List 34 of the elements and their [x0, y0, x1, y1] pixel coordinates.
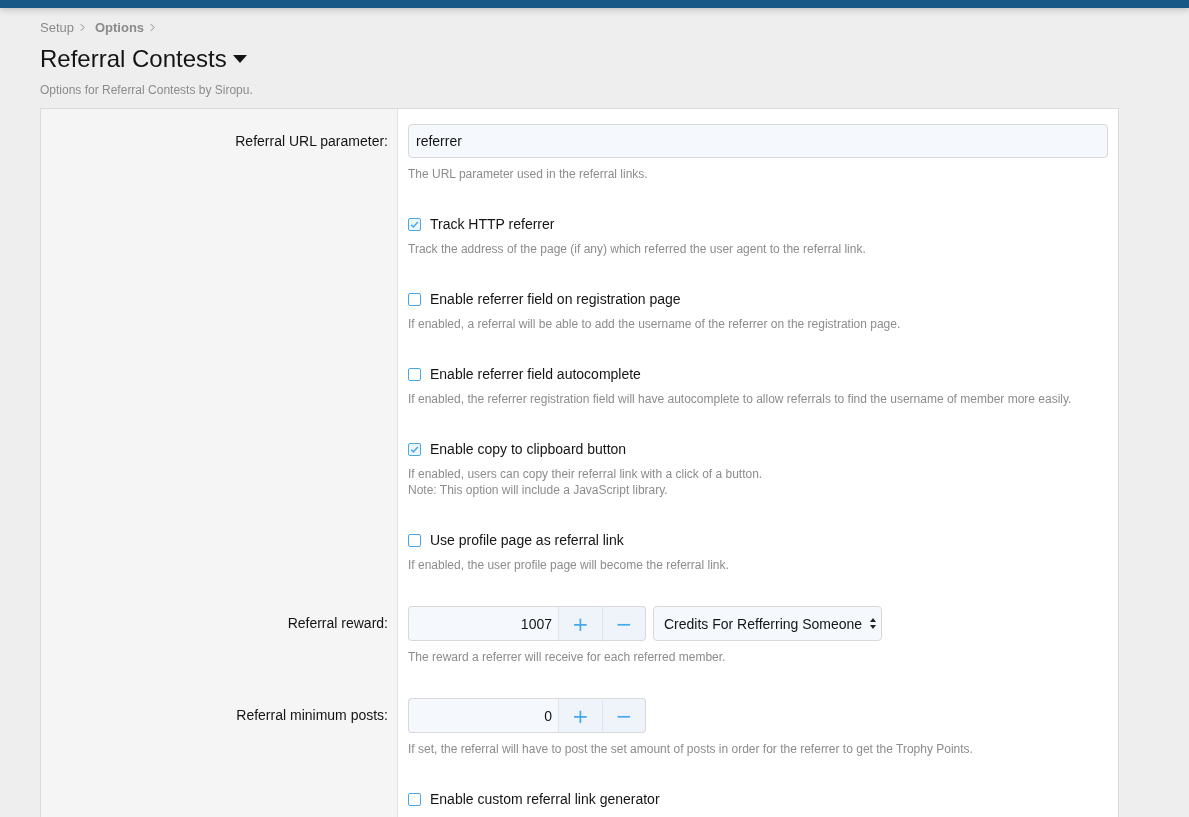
checkbox-label[interactable]: Use profile page as referral link	[430, 532, 624, 548]
checkbox[interactable]	[408, 217, 421, 231]
number-field[interactable]: 1007	[408, 606, 558, 641]
option-label: Referral reward:	[287, 615, 388, 631]
checkbox[interactable]	[408, 442, 421, 456]
text-field[interactable]: referrer	[408, 124, 1108, 158]
checkbox[interactable]	[408, 792, 421, 806]
option-hint: If enabled, the referrer registration field will have autocomplete to allow referrals to find the username of member more easily.	[408, 391, 1073, 407]
option-label: Referral URL parameter:	[235, 133, 388, 149]
chevron-icon	[80, 22, 85, 32]
caret-icon[interactable]	[232, 55, 247, 63]
option-hint: The reward a referrer will receive for each referred member.	[408, 649, 727, 665]
checkbox-label[interactable]: Enable custom referral link generator	[430, 791, 660, 807]
checkbox-label[interactable]: Enable copy to clipboard button	[430, 441, 627, 457]
page-description: Options for Referral Contests by Siropu.	[40, 82, 254, 98]
chevron-icon	[150, 22, 156, 32]
checkbox-label[interactable]: Track HTTP referrer	[430, 216, 555, 232]
option-hint: If enabled, a referral will be able to add the username of the referrer on the registration page.	[408, 316, 902, 332]
option-hint: If enabled, users can copy their referral link with a click of a button.	[408, 466, 764, 482]
number-field[interactable]: 0	[408, 698, 558, 733]
option-hint: If set, the referral will have to post the set amount of posts in order for the referrer to get the Trophy Points.	[408, 741, 974, 757]
page-title: Referral Contests	[40, 44, 227, 74]
checkbox-label[interactable]: Enable referrer field autocomplete	[430, 366, 641, 382]
sort-arrows-icon	[870, 618, 877, 629]
select-dropdown[interactable]: Credits For Refferring Someone	[653, 606, 883, 641]
option-hint: If enabled, the user profile page will become the referral link.	[408, 557, 730, 573]
checkbox[interactable]	[408, 367, 421, 381]
checkbox-label[interactable]: Enable referrer field on registration page	[430, 291, 681, 307]
option-hint: Track the address of the page (if any) which referred the user agent to the referral link.	[408, 241, 867, 257]
checkbox[interactable]	[408, 292, 421, 306]
checkbox[interactable]	[408, 533, 421, 547]
option-label: Referral minimum posts:	[236, 707, 388, 723]
option-hint: Note: This option will include a JavaScript library.	[408, 482, 669, 498]
option-hint: The URL parameter used in the referral links.	[408, 166, 649, 182]
